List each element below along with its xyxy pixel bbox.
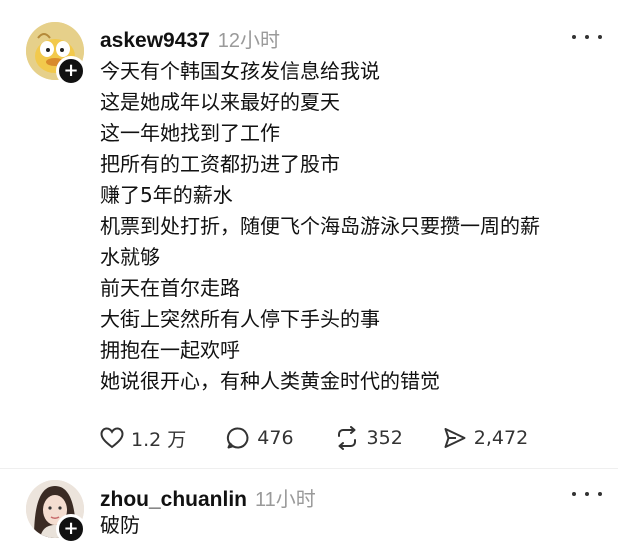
like-button[interactable]: 1.2 万 (100, 425, 186, 452)
repost-icon (337, 426, 356, 450)
send-icon (444, 428, 466, 448)
comment-icon (227, 427, 249, 449)
heart-icon (100, 427, 124, 449)
timestamp: 12小时 (217, 30, 281, 52)
username[interactable]: zhou_chuanlin (100, 488, 247, 511)
repost-button[interactable]: 352 (334, 426, 403, 450)
text-line: 今天有个韩国女孩发信息给我说 (100, 59, 380, 83)
username[interactable]: askew9437 (100, 29, 210, 52)
action-bar: 1.2 万 476 352 2,472 (100, 422, 568, 454)
share-button[interactable]: 2,472 (443, 426, 528, 450)
text-line: 机票到处打折，随便飞个海岛游泳只要攒一周的薪 (100, 214, 540, 238)
text-line: 大街上突然所有人停下手头的事 (100, 307, 380, 331)
repost-count: 352 (366, 427, 403, 449)
comment-button[interactable]: 476 (226, 426, 294, 450)
share-count: 2,472 (473, 427, 529, 449)
more-dots-icon[interactable] (572, 27, 602, 47)
post-text: 破防 (100, 510, 600, 541)
text-line: 水就够 (100, 245, 160, 269)
post: + zhou_chuanlin 11小时 破防 (0, 470, 618, 556)
follow-plus-icon[interactable]: + (56, 56, 86, 86)
text-line: 前天在首尔走路 (100, 276, 240, 300)
text-line: 破防 (100, 513, 140, 537)
post-text: 今天有个韩国女孩发信息给我说 这是她成年以来最好的夏天 这一年她找到了工作 把所… (100, 56, 600, 397)
like-count: 1.2 万 (131, 428, 187, 451)
follow-plus-icon[interactable]: + (56, 514, 86, 544)
post: + askew9437 12小时 今天有个韩国女孩发信息给我说 这是她成年以来最好… (0, 0, 618, 470)
text-line: 赚了5年的薪水 (100, 183, 233, 207)
text-line: 拥抱在一起欢呼 (100, 338, 240, 362)
text-line: 把所有的工资都扔进了股市 (100, 152, 340, 176)
timestamp: 11小时 (255, 489, 316, 511)
text-line: 这一年她找到了工作 (100, 121, 280, 145)
comment-count: 476 (257, 427, 294, 449)
text-line: 她说很开心，有种人类黄金时代的错觉 (100, 369, 440, 393)
text-line: 这是她成年以来最好的夏天 (100, 90, 340, 114)
divider (0, 468, 618, 469)
more-dots-icon[interactable] (572, 484, 602, 504)
